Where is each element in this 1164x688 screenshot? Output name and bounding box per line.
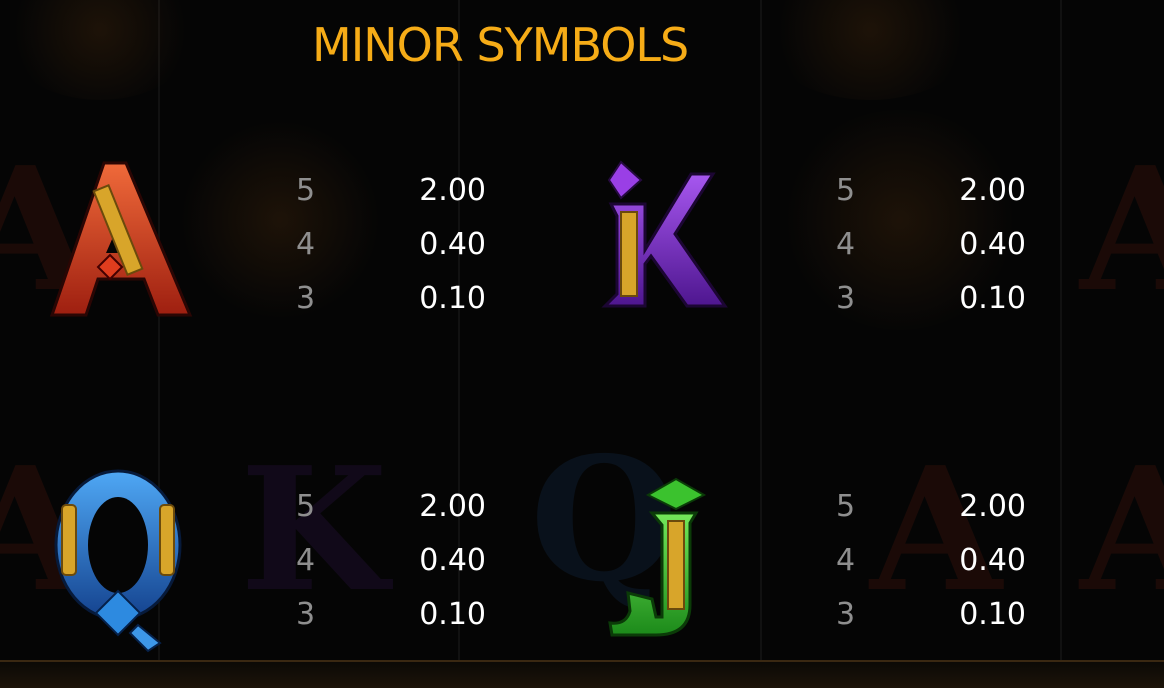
- bottom-bar: [0, 660, 1164, 688]
- payout-value: 0.10: [959, 597, 1026, 632]
- ghost-a-icon: A: [1080, 430, 1164, 630]
- page-title: MINOR SYMBOLS: [312, 18, 689, 72]
- symbol-count: 3: [296, 281, 316, 316]
- symbol-count: 3: [296, 597, 316, 632]
- symbol-count: 3: [836, 281, 856, 316]
- pay-row: 5 2.00: [296, 489, 486, 543]
- symbol-count: 4: [836, 543, 856, 578]
- reel-divider: [1060, 0, 1062, 688]
- symbol-count: 5: [836, 173, 856, 208]
- paytable-k: 5 2.00 4 0.40 3 0.10: [836, 173, 1026, 335]
- pay-row: 5 2.00: [836, 173, 1026, 227]
- ghost-horn-icon: [0, 0, 200, 100]
- payout-value: 0.40: [959, 227, 1026, 262]
- ghost-horn-icon: [760, 0, 980, 100]
- pay-row: 3 0.10: [296, 281, 486, 335]
- symbol-count: 5: [296, 173, 316, 208]
- pay-row: 4 0.40: [296, 543, 486, 597]
- payout-value: 0.40: [959, 543, 1026, 578]
- payout-value: 2.00: [419, 489, 486, 524]
- payout-value: 0.40: [419, 227, 486, 262]
- symbol-count: 5: [836, 489, 856, 524]
- reel-divider: [760, 0, 762, 688]
- symbol-count: 5: [296, 489, 316, 524]
- pay-row: 4 0.40: [836, 227, 1026, 281]
- symbol-a-icon: [40, 155, 200, 330]
- symbol-count: 4: [296, 543, 316, 578]
- pay-row: 5 2.00: [836, 489, 1026, 543]
- payout-value: 0.10: [959, 281, 1026, 316]
- pay-row: 5 2.00: [296, 173, 486, 227]
- paytable-q: 5 2.00 4 0.40 3 0.10: [296, 489, 486, 651]
- symbol-j-icon: [600, 475, 720, 650]
- pay-row: 3 0.10: [836, 597, 1026, 651]
- payout-value: 2.00: [959, 489, 1026, 524]
- symbol-q-icon: [48, 465, 193, 660]
- payout-value: 0.40: [419, 543, 486, 578]
- pay-row: 4 0.40: [836, 543, 1026, 597]
- pay-row: 4 0.40: [296, 227, 486, 281]
- symbol-count: 4: [296, 227, 316, 262]
- symbol-count: 3: [836, 597, 856, 632]
- symbol-count: 4: [836, 227, 856, 262]
- payout-value: 2.00: [419, 173, 486, 208]
- paytable-a: 5 2.00 4 0.40 3 0.10: [296, 173, 486, 335]
- pay-row: 3 0.10: [836, 281, 1026, 335]
- payout-value: 0.10: [419, 597, 486, 632]
- symbol-k-icon: [595, 160, 735, 320]
- pay-row: 3 0.10: [296, 597, 486, 651]
- paytable-j: 5 2.00 4 0.40 3 0.10: [836, 489, 1026, 651]
- payout-value: 0.10: [419, 281, 486, 316]
- ghost-a-icon: A: [1080, 130, 1164, 330]
- payout-value: 2.00: [959, 173, 1026, 208]
